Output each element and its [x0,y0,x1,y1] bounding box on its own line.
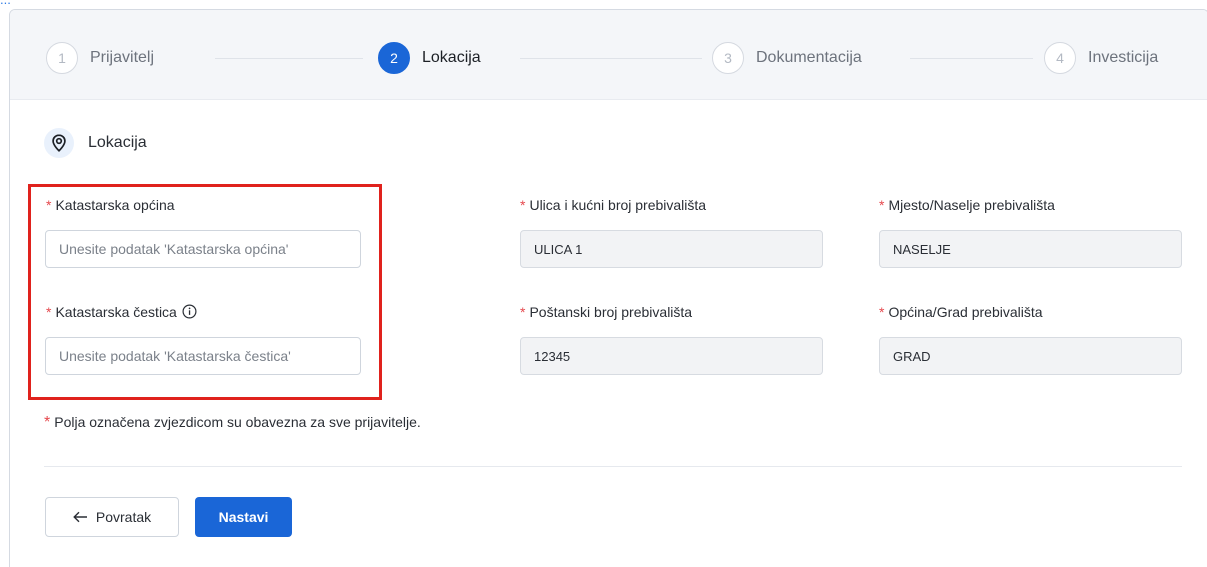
truncated-header-text: ... [0,0,11,7]
step-number: 4 [1044,42,1076,74]
katastarska-opcina-input[interactable] [45,230,361,268]
section-title: Lokacija [88,134,147,151]
opcina-grad-field: GRAD [879,337,1182,375]
required-asterisk: * [520,304,526,320]
required-asterisk: * [879,304,885,320]
required-asterisk: * [46,304,52,320]
required-asterisk: * [520,197,526,213]
required-asterisk: * [46,197,52,213]
katastarska-opcina-label: * Katastarska općina [46,197,175,213]
katastarska-cestica-label: * Katastarska čestica [46,304,197,322]
step-lokacija[interactable]: 2 Lokacija [378,41,481,75]
ulica-field: ULICA 1 [520,230,823,268]
step-label: Dokumentacija [756,49,862,66]
step-investicija[interactable]: 4 Investicija [1044,41,1158,75]
katastarska-cestica-input[interactable] [45,337,361,375]
ulica-label: * Ulica i kućni broj prebivališta [520,197,707,213]
stepper: 1 Prijavitelj 2 Lokacija 3 Dokumentacija… [10,10,1207,100]
step-connector [215,58,363,59]
info-icon[interactable] [182,304,197,322]
required-asterisk: * [879,197,885,213]
step-number: 3 [712,42,744,74]
step-label: Prijavitelj [90,49,155,66]
mjesto-label: * Mjesto/Naselje prebivališta [879,197,1055,213]
required-fields-note: * Polja označena zvjezdicom su obavezna z… [44,414,421,431]
step-connector [520,58,702,59]
application-form-card: 1 Prijavitelj 2 Lokacija 3 Dokumentacija… [9,9,1207,567]
divider [44,466,1182,467]
back-button-label: Povratak [95,509,152,525]
back-button[interactable]: Povratak [45,497,179,537]
location-pin-icon [44,128,74,158]
step-connector [910,58,1033,59]
next-button[interactable]: Nastavi [195,497,292,537]
step-number: 2 [378,42,410,74]
step-number: 1 [46,42,78,74]
step-prijavitelj[interactable]: 1 Prijavitelj [46,41,154,75]
mjesto-field: NASELJE [879,230,1182,268]
postanski-broj-field: 12345 [520,337,823,375]
postanski-broj-label: * Poštanski broj prebivališta [520,304,693,320]
step-label: Lokacija [422,49,481,66]
step-dokumentacija[interactable]: 3 Dokumentacija [712,41,862,75]
arrow-left-icon [73,511,87,523]
required-asterisk: * [44,414,51,431]
opcina-grad-label: * Općina/Grad prebivališta [879,304,1043,320]
section-header: Lokacija [44,128,147,158]
step-label: Investicija [1088,49,1159,66]
